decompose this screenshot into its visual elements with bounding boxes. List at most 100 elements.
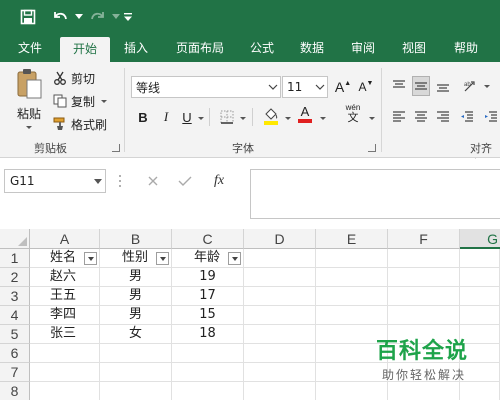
- decrease-indent-button[interactable]: [458, 107, 476, 127]
- table-cell[interactable]: 李四: [30, 306, 100, 325]
- grid-cell[interactable]: [244, 363, 316, 382]
- grid-cell[interactable]: [172, 382, 244, 400]
- table-cell[interactable]: 男: [100, 268, 172, 287]
- borders-dropdown-icon[interactable]: [240, 117, 246, 120]
- table-cell[interactable]: 王五: [30, 287, 100, 306]
- align-center-button[interactable]: [412, 107, 430, 127]
- grid-cell[interactable]: [172, 344, 244, 363]
- grid-cell[interactable]: [100, 382, 172, 400]
- grid-cell[interactable]: [100, 344, 172, 363]
- align-bottom-button[interactable]: [434, 76, 452, 96]
- row-header-8[interactable]: 8: [0, 382, 30, 400]
- table-cell[interactable]: 男: [100, 306, 172, 325]
- grid-cell[interactable]: [460, 287, 500, 306]
- shrink-font-button[interactable]: A ▼: [357, 77, 375, 97]
- phonetic-dropdown-icon[interactable]: [369, 117, 375, 120]
- grid-cell[interactable]: [244, 325, 316, 344]
- tab-page-layout[interactable]: 页面布局: [164, 34, 236, 62]
- tab-view[interactable]: 视图: [394, 34, 434, 62]
- format-painter-button[interactable]: 格式刷: [52, 115, 107, 133]
- fill-color-button[interactable]: [262, 106, 280, 126]
- grid-cell[interactable]: [388, 268, 460, 287]
- grid-cell[interactable]: [460, 249, 500, 268]
- grid-cell[interactable]: [388, 249, 460, 268]
- table-cell[interactable]: 18: [172, 325, 244, 344]
- grid-cell[interactable]: [100, 363, 172, 382]
- grid-cell[interactable]: [244, 249, 316, 268]
- column-header-e[interactable]: E: [316, 229, 388, 249]
- grid-cell[interactable]: [316, 268, 388, 287]
- cancel-icon[interactable]: [138, 175, 168, 187]
- save-icon[interactable]: [16, 7, 40, 27]
- grid-cell[interactable]: [388, 287, 460, 306]
- filter-dropdown-icon[interactable]: [156, 252, 169, 265]
- orientation-dropdown-icon[interactable]: [484, 85, 490, 88]
- grid-cell[interactable]: [460, 306, 500, 325]
- align-right-button[interactable]: [434, 107, 452, 127]
- filter-dropdown-icon[interactable]: [228, 252, 241, 265]
- bold-button[interactable]: B: [134, 107, 152, 127]
- insert-function-button[interactable]: fx: [202, 173, 236, 189]
- column-header-d[interactable]: D: [244, 229, 316, 249]
- font-name-combo[interactable]: 等线: [131, 76, 281, 98]
- increase-indent-button[interactable]: [482, 107, 500, 127]
- fill-color-dropdown-icon[interactable]: [285, 117, 291, 120]
- underline-button[interactable]: U: [178, 107, 196, 127]
- tab-formulas[interactable]: 公式: [242, 34, 282, 62]
- table-cell[interactable]: 女: [100, 325, 172, 344]
- phonetic-guide-button[interactable]: wén 文: [340, 103, 366, 124]
- grid-cell[interactable]: [244, 306, 316, 325]
- orientation-button[interactable]: ab: [462, 76, 480, 96]
- name-box[interactable]: G11: [4, 169, 106, 193]
- row-header-3[interactable]: 3: [0, 287, 30, 306]
- copy-button[interactable]: 复制: [52, 92, 108, 110]
- grid-cell[interactable]: [30, 363, 100, 382]
- chevron-down-icon[interactable]: [91, 178, 105, 184]
- chevron-down-icon[interactable]: [266, 76, 280, 98]
- table-header-cell[interactable]: 性别: [100, 249, 172, 268]
- font-color-button[interactable]: A: [296, 104, 314, 124]
- paste-button[interactable]: 粘贴: [12, 68, 46, 134]
- row-header-4[interactable]: 4: [0, 306, 30, 325]
- tab-file[interactable]: 文件: [8, 34, 52, 62]
- chevron-down-icon[interactable]: [313, 76, 327, 98]
- align-top-button[interactable]: [390, 76, 408, 96]
- row-header-6[interactable]: 6: [0, 344, 30, 363]
- table-header-cell[interactable]: 年龄: [172, 249, 244, 268]
- underline-dropdown-icon[interactable]: [198, 117, 204, 120]
- row-header-5[interactable]: 5: [0, 325, 30, 344]
- row-header-2[interactable]: 2: [0, 268, 30, 287]
- font-dialog-launcher-icon[interactable]: [368, 144, 376, 152]
- column-header-b[interactable]: B: [100, 229, 172, 249]
- column-header-c[interactable]: C: [172, 229, 244, 249]
- grid-cell[interactable]: [30, 382, 100, 400]
- borders-button[interactable]: [218, 107, 236, 127]
- column-header-f[interactable]: F: [388, 229, 460, 249]
- resize-handle-icon[interactable]: [118, 173, 122, 189]
- column-header-g[interactable]: G: [460, 229, 500, 249]
- cut-button[interactable]: 剪切: [52, 69, 95, 87]
- filter-dropdown-icon[interactable]: [84, 252, 97, 265]
- grow-font-button[interactable]: A ▲: [334, 77, 352, 97]
- formula-input[interactable]: [250, 169, 500, 219]
- grid-cell[interactable]: [316, 287, 388, 306]
- column-header-a[interactable]: A: [30, 229, 100, 249]
- grid-cell[interactable]: [316, 306, 388, 325]
- table-cell[interactable]: 17: [172, 287, 244, 306]
- italic-button[interactable]: I: [157, 107, 175, 127]
- grid-cell[interactable]: [388, 306, 460, 325]
- row-header-1[interactable]: 1: [0, 249, 30, 268]
- select-all-button[interactable]: [0, 229, 30, 249]
- table-cell[interactable]: 15: [172, 306, 244, 325]
- table-header-cell[interactable]: 姓名: [30, 249, 100, 268]
- font-size-combo[interactable]: 11: [282, 76, 328, 98]
- tab-help[interactable]: 帮助: [446, 34, 486, 62]
- table-cell[interactable]: 赵六: [30, 268, 100, 287]
- grid-cell[interactable]: [244, 382, 316, 400]
- align-left-button[interactable]: [390, 107, 408, 127]
- align-middle-button[interactable]: [412, 76, 430, 96]
- copy-dropdown-icon[interactable]: [101, 99, 108, 103]
- row-header-7[interactable]: 7: [0, 363, 30, 382]
- enter-check-icon[interactable]: [168, 175, 202, 187]
- clipboard-dialog-launcher-icon[interactable]: [112, 144, 120, 152]
